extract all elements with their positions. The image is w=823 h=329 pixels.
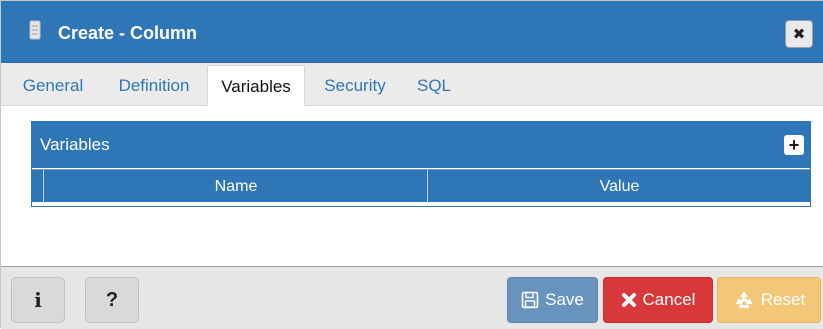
tab-definition[interactable]: Definition — [105, 65, 203, 106]
close-icon: ✖ — [792, 26, 806, 43]
floppy-disk-icon — [521, 291, 539, 309]
tab-strip: General Definition Variables Security SQ… — [1, 63, 823, 107]
variables-panel: Variables + Name Value — [31, 121, 811, 207]
dialog-body: Variables + Name Value — [1, 106, 823, 266]
reset-label: Reset — [760, 290, 806, 309]
column-header-name[interactable]: Name — [45, 170, 428, 203]
database-icon — [29, 20, 41, 40]
tab-sql[interactable]: SQL — [405, 65, 463, 106]
dialog-titlebar[interactable]: Create - Column ✖ — [1, 1, 823, 63]
variables-grid-header: Name Value — [32, 169, 810, 203]
variables-panel-header: Variables + — [32, 122, 810, 168]
tab-label: SQL — [416, 76, 452, 95]
tab-label: Variables — [221, 77, 291, 96]
plus-icon: + — [788, 135, 800, 155]
cancel-label: Cancel — [642, 290, 696, 309]
info-icon: i — [34, 288, 42, 312]
close-button[interactable]: ✖ — [785, 20, 813, 48]
tab-label: Security — [324, 76, 386, 95]
info-button[interactable]: i — [11, 277, 65, 323]
tab-label: Definition — [118, 76, 190, 95]
tab-label: General — [22, 76, 84, 95]
save-button[interactable]: Save — [507, 277, 598, 323]
add-variable-button[interactable]: + — [784, 135, 804, 155]
tab-security[interactable]: Security — [311, 65, 399, 106]
column-header-value[interactable]: Value — [429, 170, 810, 203]
dialog-footer: i ? Save Cancel Reset — [1, 266, 823, 329]
dialog-title: Create - Column — [58, 23, 198, 43]
row-handle-column — [32, 170, 44, 203]
question-icon: ? — [105, 288, 119, 311]
reset-button[interactable]: Reset — [717, 277, 821, 323]
tab-variables[interactable]: Variables — [207, 65, 305, 107]
cancel-button[interactable]: Cancel — [603, 277, 713, 323]
x-icon — [621, 292, 637, 308]
help-button[interactable]: ? — [85, 277, 139, 323]
variables-panel-title: Variables — [40, 135, 110, 154]
create-column-dialog: Create - Column ✖ General Definition Var… — [0, 0, 823, 329]
tab-general[interactable]: General — [11, 65, 95, 106]
save-label: Save — [545, 290, 584, 309]
recycle-icon — [733, 289, 755, 311]
